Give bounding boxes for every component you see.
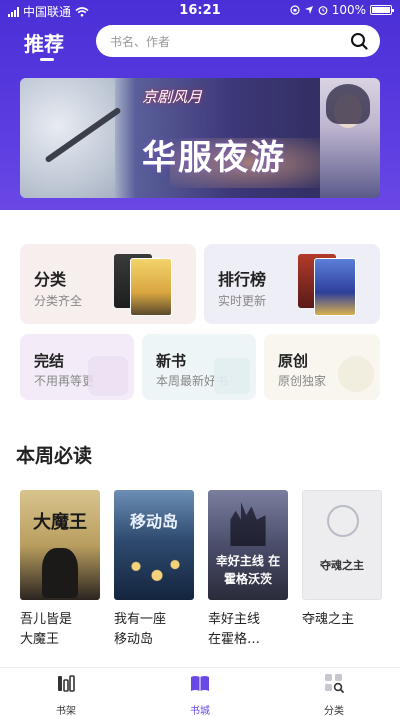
banner-title: 华服夜游 [142, 138, 286, 178]
ranking-cover-front [314, 258, 356, 316]
book-cover-lanterns [124, 552, 184, 588]
book-title-line1: 我有一座 [114, 612, 167, 627]
promo-banner[interactable]: 京剧风月 华服夜游 [20, 78, 380, 198]
classify-cover-front [130, 258, 172, 316]
search-placeholder: 书名、作者 [110, 35, 171, 49]
tab-category-label: 分类 [324, 706, 344, 716]
book-cover-title: 夺魂之主 [320, 559, 364, 572]
book-title-line2: 大魔王 [20, 632, 60, 647]
tab-category[interactable]: 分类 [304, 672, 364, 716]
finished-title: 完结 [34, 352, 65, 370]
banner-subtitle: 京剧风月 [142, 88, 203, 106]
original-watermark-icon [338, 356, 374, 392]
classify-title: 分类 [34, 270, 67, 289]
book-title-line1: 夺魂之主 [302, 612, 355, 627]
banner-character-art [320, 78, 380, 198]
finished-watermark-icon [88, 356, 128, 396]
book-title: 吾儿皆是 大魔王 [20, 610, 106, 650]
ranking-subtitle: 实时更新 [218, 294, 267, 308]
book-card[interactable]: 夺魂之主 夺魂之主 [302, 490, 382, 627]
book-card[interactable]: 移动岛 我有一座 移动岛 [114, 490, 194, 647]
new-books-watermark-icon [214, 358, 250, 394]
book-cover[interactable]: 夺魂之主 [302, 490, 382, 600]
new-books-title: 新书 [156, 352, 187, 370]
ranking-title: 排行榜 [218, 270, 267, 289]
tab-bookstore-label: 书城 [190, 706, 210, 716]
book-open-icon [191, 676, 209, 691]
tab-bar: 书架 书城 分类 [0, 667, 400, 716]
book-cover[interactable]: 大魔王 [20, 490, 100, 600]
book-title-line1: 吾儿皆是 [20, 612, 73, 627]
search-icon[interactable] [350, 32, 368, 50]
original-title: 原创 [278, 352, 309, 370]
category-card-finished[interactable]: 完结 不用再等更 [20, 334, 134, 400]
status-bar: 中国联通 16:21 100% [0, 0, 400, 22]
book-cover-title: 大魔王 [33, 512, 87, 533]
tab-bookshelf[interactable]: 书架 [36, 672, 96, 716]
category-search-icon [325, 674, 344, 693]
tab-bookstore[interactable]: 书城 [170, 672, 230, 716]
bookshelf-icon [58, 675, 75, 692]
page-title[interactable]: 推荐 [24, 28, 64, 57]
book-title: 我有一座 移动岛 [114, 610, 200, 650]
book-card[interactable]: 大魔王 吾儿皆是 大魔王 [20, 490, 100, 647]
title-indicator [40, 58, 54, 61]
search-input[interactable]: 书名、作者 [96, 25, 380, 57]
book-title: 幸好主线 在霍格… [208, 610, 294, 650]
battery-percent: 100% [331, 3, 366, 17]
finished-subtitle: 不用再等更 [34, 374, 95, 388]
book-cover-title: 幸好主线 在霍格沃茨 [215, 554, 281, 586]
category-card-original[interactable]: 原创 原创独家 [264, 334, 380, 400]
book-title: 夺魂之主 [302, 610, 388, 630]
original-subtitle: 原创独家 [278, 374, 327, 388]
book-cover-title: 移动岛 [129, 512, 178, 531]
alarm-icon [318, 6, 328, 15]
classify-subtitle: 分类齐全 [34, 294, 83, 308]
weekly-section-title: 本周必读 [16, 445, 93, 467]
book-cover-castle [230, 502, 266, 546]
book-title-line2: 移动岛 [114, 632, 154, 647]
category-card-ranking[interactable]: 排行榜 实时更新 [204, 244, 380, 324]
book-cover[interactable]: 移动岛 [114, 490, 194, 600]
location-icon [304, 6, 313, 14]
battery-icon [370, 5, 394, 15]
book-cover[interactable]: 幸好主线 在霍格沃茨 [208, 490, 288, 600]
banner-art-left [20, 78, 115, 198]
book-card[interactable]: 幸好主线 在霍格沃茨 幸好主线 在霍格… [208, 490, 288, 647]
category-card-classify[interactable]: 分类 分类齐全 [20, 244, 196, 324]
tab-bookshelf-label: 书架 [56, 706, 76, 716]
rotation-lock-icon [290, 5, 300, 15]
book-title-line1: 幸好主线 [208, 612, 261, 627]
book-title-line2: 在霍格… [208, 632, 261, 647]
book-cover-figure [42, 548, 78, 598]
book-cover-emblem [327, 505, 359, 537]
category-card-new-books[interactable]: 新书 本周最新好书 [142, 334, 256, 400]
